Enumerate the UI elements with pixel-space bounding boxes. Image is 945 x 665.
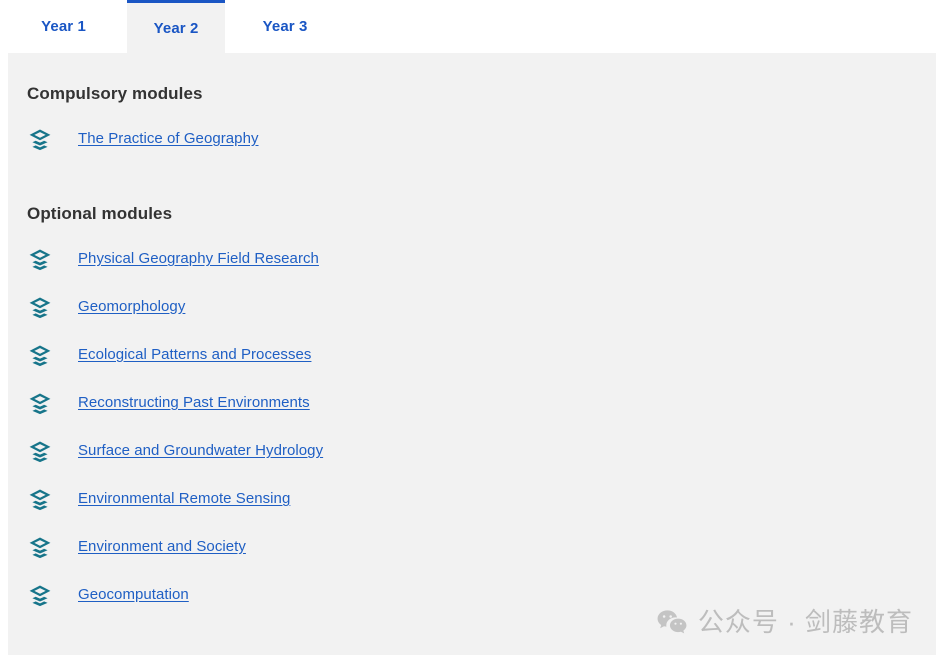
- year-tab-bar: Year 1 Year 2 Year 3: [0, 0, 945, 53]
- tab-year-2[interactable]: Year 2: [127, 0, 225, 53]
- module-link[interactable]: Ecological Patterns and Processes: [78, 345, 311, 365]
- layers-icon: [29, 489, 51, 511]
- tab-year-1[interactable]: Year 1: [0, 0, 127, 53]
- module-link[interactable]: Surface and Groundwater Hydrology: [78, 441, 323, 461]
- section-compulsory-modules: Compulsory modules The Practice of Geogr…: [8, 83, 936, 176]
- modules-panel: Compulsory modules The Practice of Geogr…: [8, 53, 936, 655]
- layers-icon: [29, 441, 51, 463]
- list-item[interactable]: Environment and Society: [8, 536, 936, 584]
- tab-year-3-label: Year 3: [262, 18, 308, 35]
- module-link[interactable]: Geocomputation: [78, 585, 189, 605]
- optional-module-list: Physical Geography Field Research Geomor…: [8, 248, 936, 632]
- list-item[interactable]: The Practice of Geography: [8, 128, 936, 176]
- tab-year-1-label: Year 1: [41, 18, 86, 35]
- list-item[interactable]: Surface and Groundwater Hydrology: [8, 440, 936, 488]
- section-optional-modules: Optional modules Physical Geography Fiel…: [8, 203, 936, 632]
- module-link[interactable]: Environment and Society: [78, 537, 246, 557]
- list-item[interactable]: Geomorphology: [8, 296, 936, 344]
- layers-icon: [29, 585, 51, 607]
- list-item[interactable]: Environmental Remote Sensing: [8, 488, 936, 536]
- module-link[interactable]: Environmental Remote Sensing: [78, 489, 290, 509]
- tab-year-2-label: Year 2: [153, 19, 199, 37]
- layers-icon: [29, 345, 51, 367]
- list-item[interactable]: Geocomputation: [8, 584, 936, 632]
- layers-icon: [29, 393, 51, 415]
- module-link[interactable]: The Practice of Geography: [78, 129, 259, 149]
- section-heading-compulsory: Compulsory modules: [27, 84, 203, 103]
- section-heading-optional: Optional modules: [27, 204, 173, 223]
- module-link[interactable]: Reconstructing Past Environments: [78, 393, 310, 413]
- module-list-page: Year 1 Year 2 Year 3 Compulsory modules: [0, 0, 945, 665]
- tab-year-3[interactable]: Year 3: [225, 0, 345, 53]
- layers-icon: [29, 537, 51, 559]
- module-link[interactable]: Physical Geography Field Research: [78, 249, 319, 269]
- list-item[interactable]: Reconstructing Past Environments: [8, 392, 936, 440]
- layers-icon: [29, 129, 51, 151]
- list-item[interactable]: Physical Geography Field Research: [8, 248, 936, 296]
- compulsory-module-list: The Practice of Geography: [8, 128, 936, 176]
- list-item[interactable]: Ecological Patterns and Processes: [8, 344, 936, 392]
- layers-icon: [29, 249, 51, 271]
- module-link[interactable]: Geomorphology: [78, 297, 185, 317]
- layers-icon: [29, 297, 51, 319]
